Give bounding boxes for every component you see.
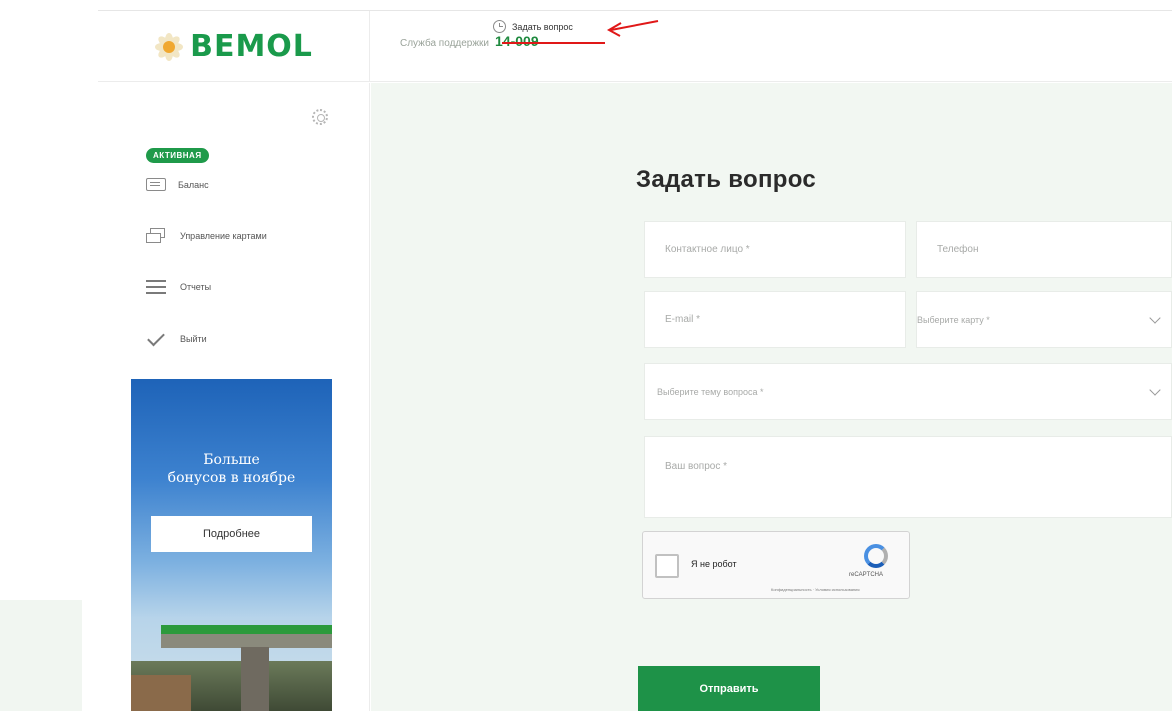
- sidebar-item-balance[interactable]: Баланс: [146, 178, 209, 191]
- phone-placeholder: Телефон: [937, 244, 979, 255]
- recaptcha-brand: reCAPTCHA: [849, 572, 884, 578]
- question-placeholder: Ваш вопрос *: [665, 461, 728, 472]
- support-info: Служба поддержки 14-009: [400, 33, 539, 49]
- sidebar: АКТИВНАЯ Баланс Управление картами Отчет…: [98, 83, 370, 711]
- recaptcha-checkbox[interactable]: [655, 554, 679, 578]
- email-input[interactable]: E-mail *: [644, 291, 906, 348]
- gas-station-canopy: [161, 634, 332, 648]
- gas-station-building: [131, 675, 191, 711]
- sidebar-item-reports[interactable]: Отчеты: [146, 279, 211, 295]
- sidebar-item-label: Управление картами: [180, 231, 267, 241]
- page: BEMOL Служба поддержки 14-009 Задать воп…: [0, 0, 1172, 711]
- balance-icon: [146, 178, 166, 191]
- sidebar-item-label: Отчеты: [180, 282, 212, 292]
- email-placeholder: E-mail *: [665, 314, 701, 325]
- main-content: Задать вопрос Контактное лицо * Телефон …: [371, 83, 1172, 711]
- question-textarea[interactable]: Ваш вопрос *: [644, 436, 1172, 518]
- gear-icon[interactable]: [312, 109, 328, 125]
- logo-text: BEMOL: [190, 29, 313, 64]
- sidebar-item-label: Выйти: [180, 334, 207, 344]
- recaptcha-label: Я не робот: [691, 559, 737, 569]
- promo-banner: Больше бонусов в ноябре Подробнее: [131, 379, 332, 711]
- annotation-arrow-icon: [606, 20, 659, 37]
- daisy-logo-icon: [154, 32, 184, 62]
- check-icon: [146, 331, 168, 347]
- page-title: Задать вопрос: [636, 166, 816, 193]
- topic-select[interactable]: Выберите тему вопроса *: [644, 363, 1172, 420]
- gas-station-roof: [161, 625, 332, 634]
- sidebar-item-label: Баланс: [178, 179, 209, 190]
- card-select[interactable]: Выберите карту *: [916, 291, 1172, 348]
- recaptcha-widget: Я не робот reCAPTCHA Конфиденциальность …: [642, 531, 910, 599]
- promo-title: Больше бонусов в ноябре: [131, 451, 332, 487]
- support-label: Служба поддержки: [400, 38, 490, 49]
- sidebar-item-logout[interactable]: Выйти: [146, 331, 207, 347]
- promo-title-line: бонусов в ноябре: [167, 470, 296, 486]
- annotation-underline: [502, 42, 605, 44]
- topic-select-value: Выберите тему вопроса *: [657, 386, 764, 397]
- chevron-down-icon: [1149, 383, 1161, 396]
- outer-background-strip: [0, 600, 82, 711]
- ask-question-link-label: Задать вопрос: [512, 21, 573, 32]
- promo-details-button[interactable]: Подробнее: [151, 516, 312, 552]
- clock-icon: [493, 20, 506, 33]
- recaptcha-logo-icon: [864, 544, 888, 568]
- chevron-down-icon: [1149, 311, 1161, 324]
- contact-person-input[interactable]: Контактное лицо *: [644, 221, 906, 278]
- contact-person-placeholder: Контактное лицо *: [665, 244, 750, 255]
- submit-button[interactable]: Отправить: [638, 666, 820, 711]
- support-phone[interactable]: 14-009: [495, 33, 539, 49]
- logo[interactable]: BEMOL: [98, 11, 370, 82]
- status-badge: АКТИВНАЯ: [146, 148, 209, 163]
- recaptcha-terms[interactable]: Конфиденциальность · Условия использован…: [771, 587, 860, 592]
- ask-question-link[interactable]: Задать вопрос: [493, 20, 573, 33]
- sidebar-item-cards[interactable]: Управление картами: [146, 228, 267, 244]
- promo-title-line: Больше: [203, 452, 260, 468]
- gas-station-pillar: [241, 647, 269, 711]
- cards-icon: [146, 228, 168, 244]
- reports-icon: [146, 279, 168, 295]
- phone-input[interactable]: Телефон: [916, 221, 1172, 278]
- card-select-value: Выберите карту *: [917, 314, 990, 325]
